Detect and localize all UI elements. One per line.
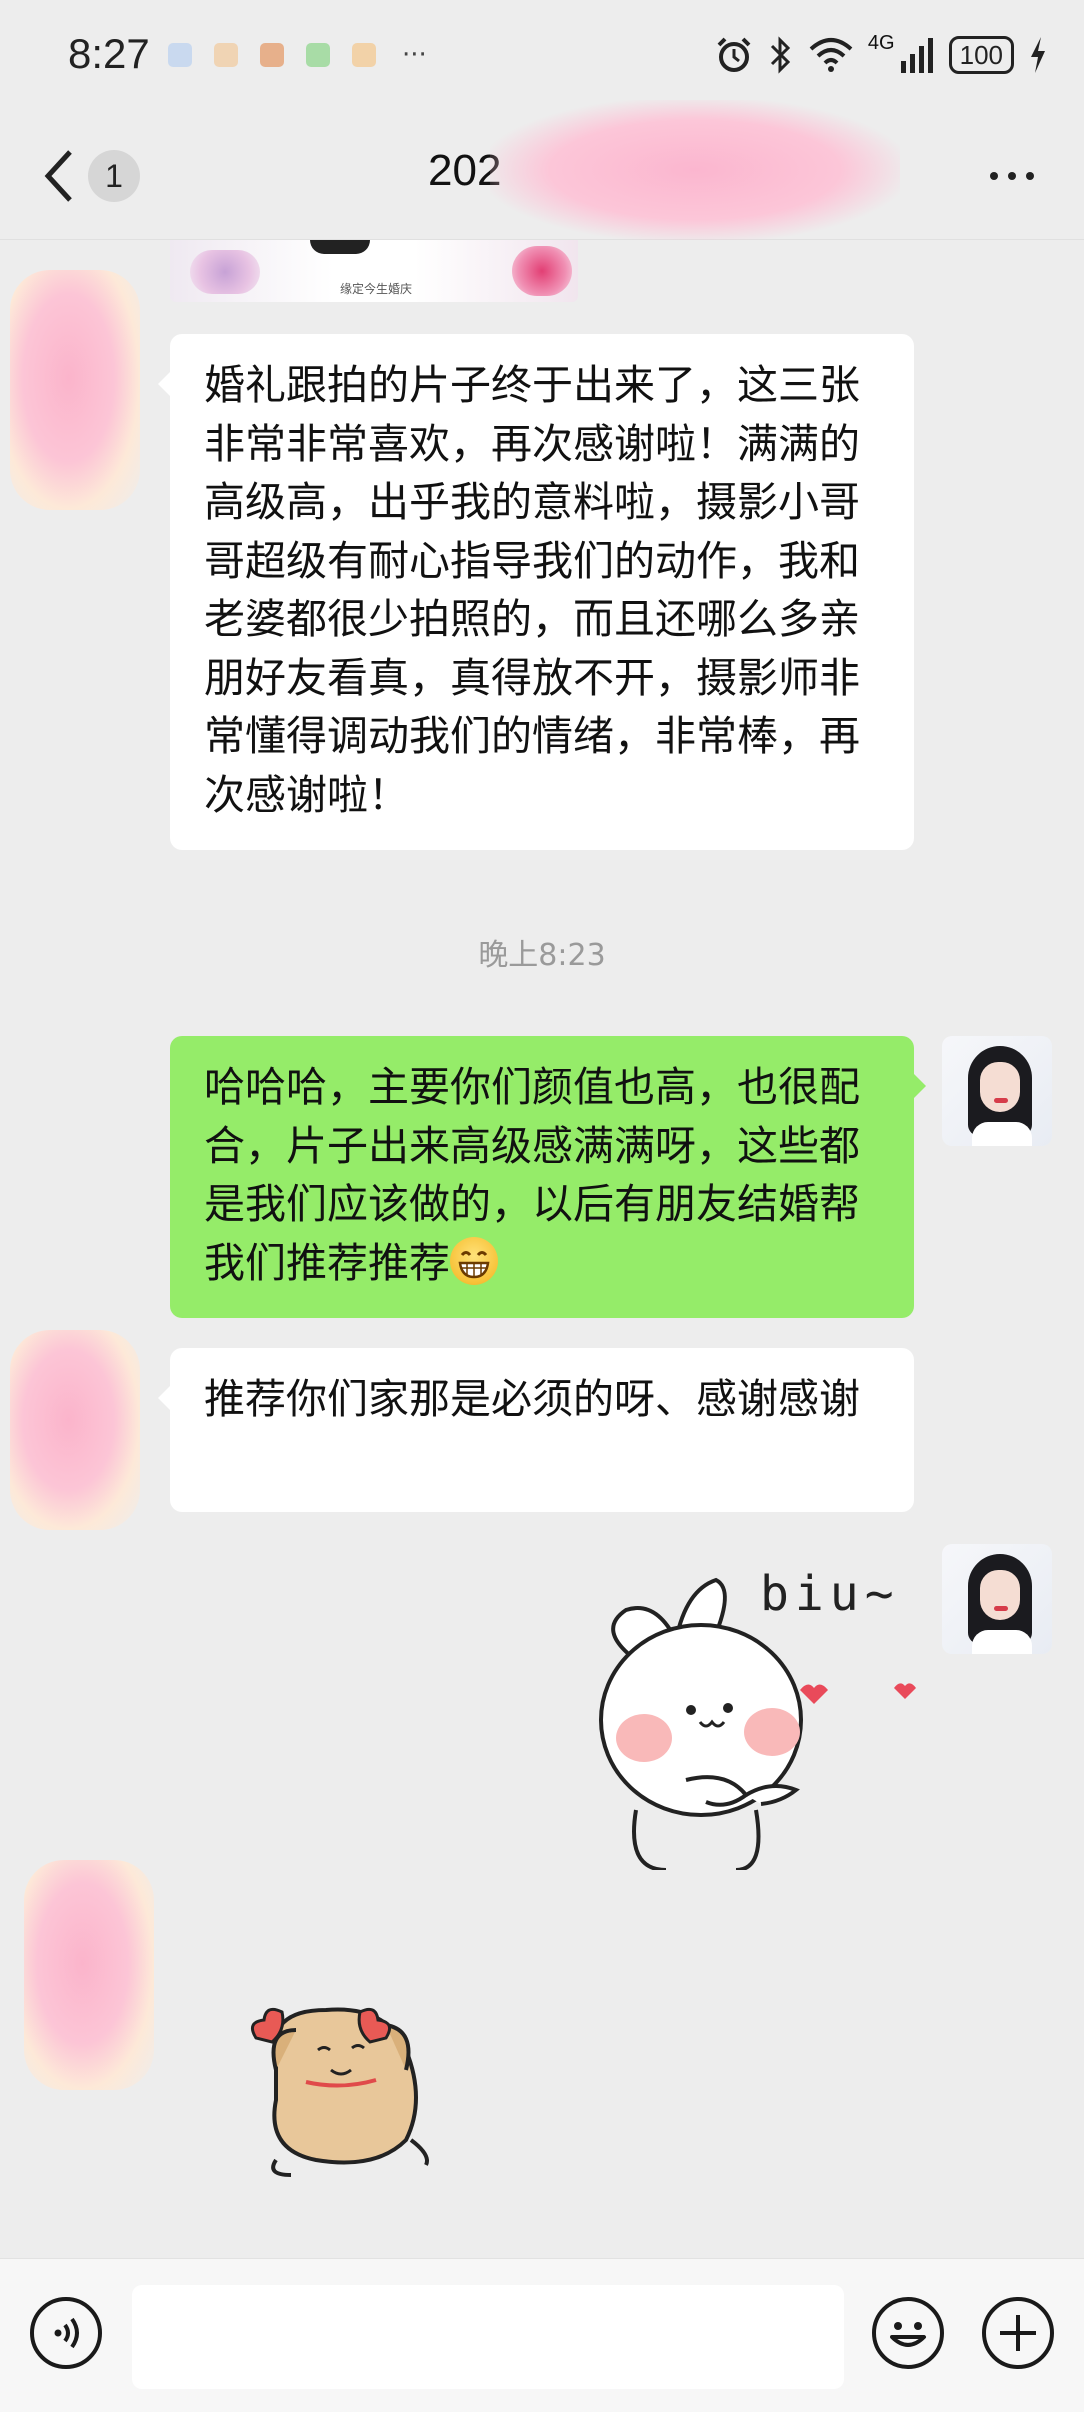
message-text: 婚礼跟拍的片子终于出来了，这三张非常非常喜欢，再次感谢啦！满满的高级高，出乎我的… xyxy=(204,361,860,819)
voice-icon[interactable] xyxy=(30,2297,102,2369)
input-bar xyxy=(0,2258,1084,2412)
more-dot xyxy=(1026,172,1034,180)
contact-avatar[interactable] xyxy=(24,1860,154,2090)
image-flowers xyxy=(512,246,572,296)
more-dot xyxy=(990,172,998,180)
avatar-face xyxy=(980,1570,1020,1620)
bluetooth-icon xyxy=(770,36,791,74)
redacted-title-blur xyxy=(490,100,900,240)
image-message[interactable]: 缘定今生婚庆 xyxy=(170,240,578,302)
contact-avatar[interactable] xyxy=(10,1330,140,1530)
message-timestamp: 晚上8:23 xyxy=(478,938,606,973)
signal-icon xyxy=(900,38,933,73)
battery-indicator: 100 xyxy=(948,36,1014,74)
avatar-shirt xyxy=(972,1122,1032,1146)
more-dot xyxy=(1008,172,1016,180)
my-avatar[interactable] xyxy=(942,1036,1052,1146)
notification-overflow: ··· xyxy=(402,40,427,70)
network-type: 4G xyxy=(867,32,895,54)
app-notification-icon xyxy=(352,43,376,67)
status-indicators: 4G 100 xyxy=(714,30,1048,80)
app-notification-icon xyxy=(306,43,330,67)
charging-icon xyxy=(1031,37,1045,73)
my-avatar[interactable] xyxy=(942,1544,1052,1654)
app-notification-icon xyxy=(168,43,192,67)
wifi-icon xyxy=(809,38,853,72)
plus-icon[interactable] xyxy=(982,2297,1054,2369)
incoming-message[interactable]: 推荐你们家那是必须的呀、感谢感谢 xyxy=(158,1348,914,1512)
notification-icons: ··· xyxy=(168,40,427,70)
image-figure xyxy=(310,240,370,254)
alarm-icon xyxy=(717,37,751,72)
message-text: 推荐你们家那是必须的呀、感谢感谢 xyxy=(204,1375,860,1423)
status-time: 8:27 xyxy=(68,30,150,77)
app-notification-icon xyxy=(260,43,284,67)
message-text: 哈哈哈，主要你们颜值也高，也很配合，片子出来高级感满满呀，这些都是我们应该做的，… xyxy=(204,1063,860,1287)
app-notification-icon xyxy=(214,43,238,67)
avatar-face xyxy=(980,1062,1020,1112)
image-flowers xyxy=(190,250,260,294)
grin-emoji xyxy=(450,1236,498,1285)
bunny-sticker[interactable] xyxy=(596,1570,926,1870)
image-caption: 缘定今生婚庆 xyxy=(340,282,413,296)
contact-avatar[interactable] xyxy=(10,270,140,510)
chevron-left-icon[interactable] xyxy=(40,146,76,206)
avatar-lips xyxy=(994,1606,1008,1611)
emoji-icon[interactable] xyxy=(872,2297,944,2369)
more-icon[interactable] xyxy=(990,172,1034,180)
status-bar: 8:27 ··· 4G 100 xyxy=(0,0,1084,110)
incoming-message[interactable]: 婚礼跟拍的片子终于出来了，这三张非常非常喜欢，再次感谢啦！满满的高级高，出乎我的… xyxy=(158,334,914,850)
dog-sticker[interactable] xyxy=(236,1990,446,2180)
unread-count-badge[interactable]: 1 xyxy=(88,150,140,202)
avatar-lips xyxy=(994,1098,1008,1103)
avatar-shirt xyxy=(972,1630,1032,1654)
outgoing-message[interactable]: 哈哈哈，主要你们颜值也高，也很配合，片子出来高级感满满呀，这些都是我们应该做的，… xyxy=(170,1036,926,1318)
message-input[interactable] xyxy=(132,2285,844,2389)
